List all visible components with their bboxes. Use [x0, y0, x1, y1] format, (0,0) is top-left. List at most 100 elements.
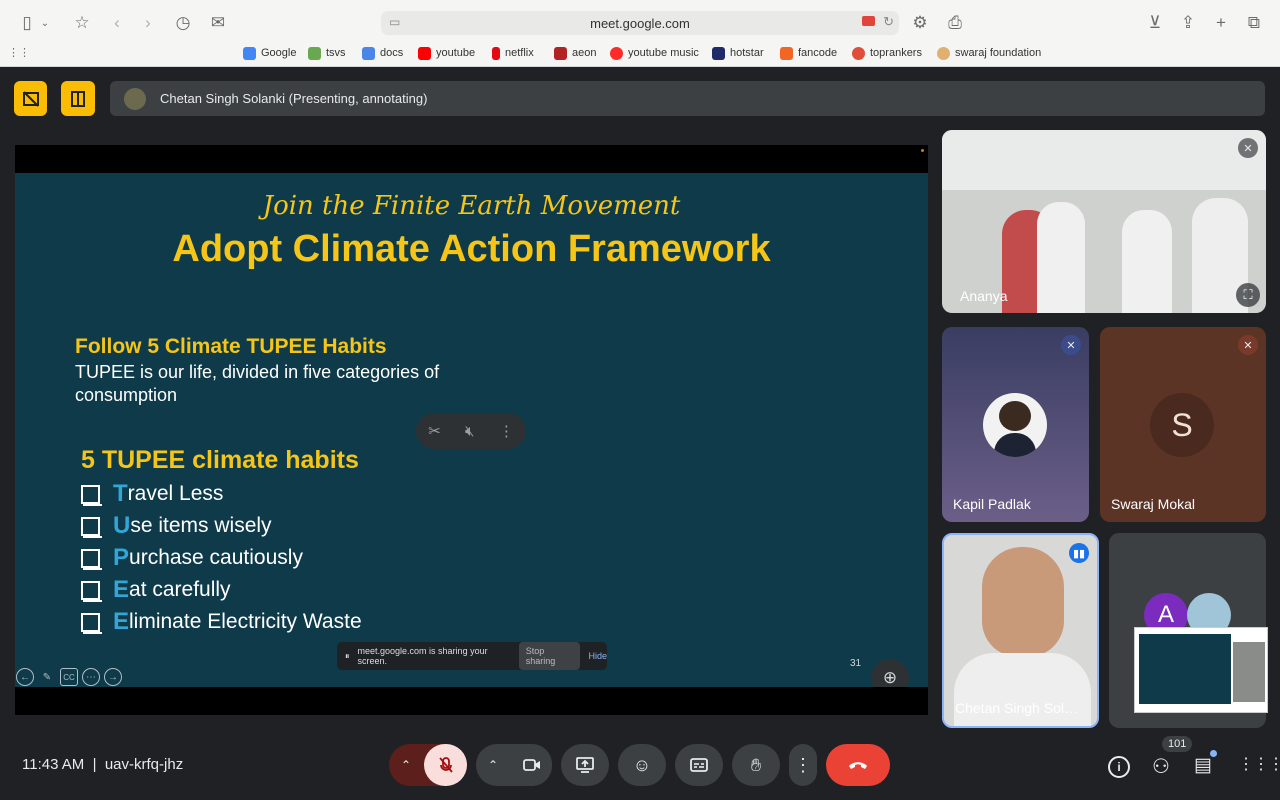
participant-tile-room[interactable]: ✕ Ananya ⛶	[942, 130, 1266, 313]
next-slide-icon[interactable]: →	[104, 668, 122, 686]
avatar	[983, 393, 1047, 457]
participant-name: Ananya	[960, 288, 1008, 304]
leave-call-button[interactable]	[826, 744, 890, 786]
bookmark-google[interactable]: Google	[243, 44, 296, 62]
swaraj-foundation-icon	[937, 46, 950, 60]
pen-icon[interactable]: ✎	[38, 668, 56, 686]
mic-options-button[interactable]: ⌃	[401, 758, 411, 772]
slide-title: Adopt Climate Action Framework	[172, 228, 771, 270]
meeting-code: uav-krfq-jhz	[104, 756, 184, 773]
live-dot	[921, 149, 924, 152]
presentation-layout-button[interactable]	[61, 81, 95, 116]
bookmark-youtube-music[interactable]: youtube music	[610, 44, 699, 62]
share-notice-text: meet.google.com is sharing your screen.	[357, 646, 488, 666]
browser-toolbar: ▯ ⌄ ☆ ‹ › ◷ ✉ ▭ meet.google.com ↻ ⚙ ⎙ ⊻ …	[0, 0, 1280, 67]
more-options-icon[interactable]: ⋮	[499, 422, 514, 440]
camera-control: ⌃	[476, 744, 552, 786]
bottom-controls: 11:43 AM | uav-krfq-jhz ⌃ ⌃ ☺ ✋︎ ⋮ i 101	[0, 730, 1280, 800]
info-icon[interactable]: i	[1108, 756, 1130, 778]
chevron-down-icon[interactable]: ⌄	[38, 10, 52, 36]
aeon-icon	[554, 46, 567, 60]
mic-toggle-button[interactable]	[424, 744, 467, 786]
self-view-thumbnail[interactable]	[1134, 627, 1268, 713]
speaker-face	[982, 547, 1064, 657]
raise-hand-button[interactable]: ✋︎	[732, 744, 780, 786]
slide-subtitle: Join the Finite Earth Movement	[262, 191, 681, 221]
emoji-button[interactable]: ☺	[618, 744, 666, 786]
stop-annotating-button[interactable]	[14, 81, 47, 116]
chat-unread-dot	[1210, 750, 1217, 757]
participant-tile-kapil[interactable]: ✕ Kapil Padlak	[942, 327, 1089, 522]
new-tab-icon[interactable]: +	[1208, 10, 1234, 36]
star-icon[interactable]: ☆	[69, 10, 95, 36]
download-icon[interactable]: ⊻	[1142, 10, 1168, 36]
printer-icon[interactable]: ⎙	[942, 10, 968, 36]
previous-slide-icon[interactable]: ←	[16, 668, 34, 686]
layout-icon	[71, 90, 85, 107]
bookmark-label: fancode	[798, 47, 838, 59]
tabs-overview-icon[interactable]: ⧉	[1241, 10, 1267, 36]
stop-sharing-button[interactable]: Stop sharing	[518, 642, 581, 670]
bookmark-label: swaraj foundation	[955, 47, 1042, 59]
bookmark-label: docs	[380, 47, 404, 59]
bookmark-label: tsvs	[326, 47, 346, 59]
habit-text: se items wisely	[130, 514, 272, 537]
sidebar-icon[interactable]: ▯	[14, 10, 40, 36]
bookmark-netflix[interactable]: netflix	[492, 44, 534, 62]
crop-icon[interactable]: ⛶	[1236, 283, 1260, 307]
mic-off-icon	[438, 757, 453, 773]
people-icon[interactable]: ⚇	[1152, 754, 1170, 779]
habit-list: Travel Less Use items wisely Purchase ca…	[81, 478, 362, 638]
mail-icon[interactable]: ✉	[205, 10, 231, 36]
hide-button[interactable]: Hide	[588, 651, 607, 661]
checkbox-icon	[81, 580, 102, 602]
reload-icon[interactable]: ↻	[883, 14, 894, 30]
bookmark-label: youtube music	[628, 47, 699, 59]
bookmark-toprankers[interactable]: toprankers	[852, 44, 922, 62]
bookmark-aeon[interactable]: aeon	[554, 44, 596, 62]
list-item: Eliminate Electricity Waste	[81, 606, 362, 638]
meeting-time: 11:43 AM | uav-krfq-jhz	[22, 756, 184, 773]
annotation-off-icon	[22, 90, 39, 107]
unpin-icon[interactable]: ✂	[428, 422, 441, 440]
chat-icon[interactable]: ▤	[1194, 754, 1212, 777]
forward-icon[interactable]: ›	[135, 10, 161, 36]
bookmark-label: hotstar	[730, 47, 764, 59]
captions-icon[interactable]: CC	[60, 668, 78, 686]
list-item: Travel Less	[81, 478, 362, 510]
bookmark-label: toprankers	[870, 47, 922, 59]
bookmark-fancode[interactable]: fancode	[780, 44, 837, 62]
room-ceiling	[942, 130, 1266, 190]
more-icon[interactable]: ⋯	[82, 668, 100, 686]
back-icon[interactable]: ‹	[104, 10, 130, 36]
address-bar[interactable]: ▭ meet.google.com ↻	[381, 11, 899, 35]
share-icon[interactable]: ⇪	[1175, 10, 1201, 36]
camera-options-button[interactable]: ⌃	[488, 758, 498, 772]
mute-tile-icon[interactable]: 🔇︎	[465, 423, 474, 440]
bookmark-docs[interactable]: docs	[362, 44, 403, 62]
captions-button[interactable]	[675, 744, 723, 786]
gear-icon[interactable]: ⚙	[907, 10, 933, 36]
habit-initial: E	[113, 608, 130, 635]
thumbnail-tiles	[1233, 642, 1265, 702]
bookmark-label: youtube	[436, 47, 476, 59]
habit-initial: P	[113, 544, 130, 571]
camera-toggle-button[interactable]	[512, 744, 552, 786]
bookmark-label: netflix	[505, 47, 534, 59]
netflix-icon	[492, 46, 500, 60]
history-icon[interactable]: ◷	[170, 10, 196, 36]
present-screen-icon	[576, 757, 594, 773]
bookmark-hotstar[interactable]: hotstar	[712, 44, 764, 62]
bookmark-swaraj-foundation[interactable]: swaraj foundation	[937, 44, 1041, 62]
habit-initial: E	[113, 576, 130, 603]
participant-tile-swaraj[interactable]: S ✕ Swaraj Mokal	[1100, 327, 1266, 522]
present-button[interactable]	[561, 744, 609, 786]
more-options-button[interactable]: ⋮	[789, 744, 817, 786]
zoom-button[interactable]: ⊕	[871, 659, 909, 687]
slide-number: 31	[850, 658, 862, 669]
bookmark-tsvs[interactable]: tsvs	[308, 44, 346, 62]
bookmark-youtube[interactable]: youtube	[418, 44, 475, 62]
mic-control: ⌃	[389, 744, 467, 786]
activities-icon[interactable]: ⋮⋮⋮	[1238, 754, 1280, 774]
participant-tile-chetan[interactable]: ▮▮ Chetan Singh Sol…	[942, 533, 1099, 728]
